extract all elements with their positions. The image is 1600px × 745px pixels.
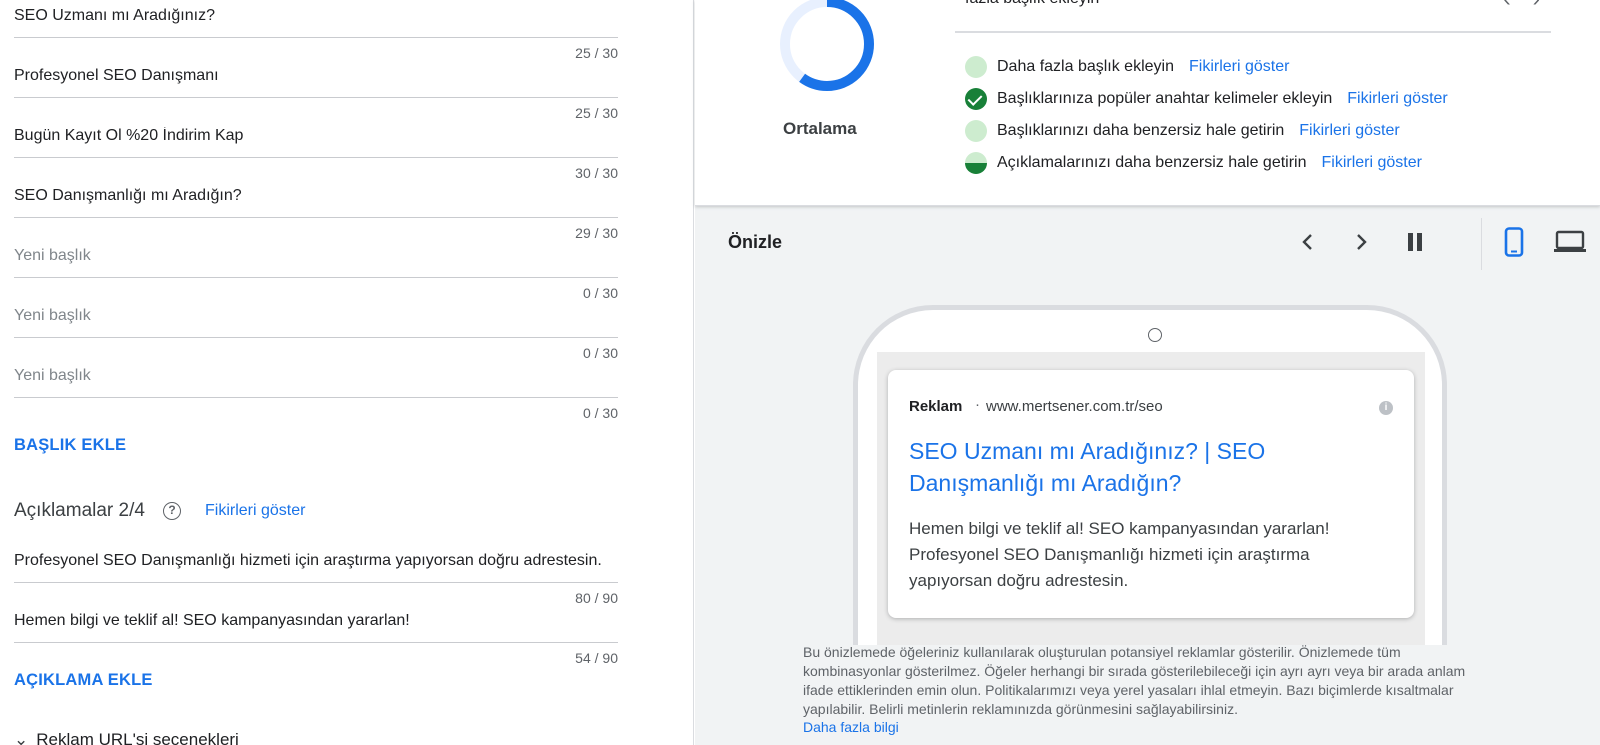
tip-status-empty-icon <box>965 56 987 78</box>
character-count: 30 / 30 <box>575 165 618 181</box>
chevron-down-icon: ⌄ <box>14 730 29 745</box>
field-underline <box>14 642 618 643</box>
desktop-icon <box>1554 230 1586 252</box>
field-underline <box>14 37 618 38</box>
headline-input[interactable]: Yeni başlık <box>14 367 618 385</box>
headline-field[interactable]: Yeni başlık 0 / 30 <box>14 245 618 301</box>
show-ideas-link[interactable]: Fikirleri göster <box>1189 58 1289 76</box>
field-underline <box>14 97 618 98</box>
divider <box>1481 218 1482 270</box>
chevron-left-icon[interactable]: ‹ <box>1503 0 1510 11</box>
character-count: 0 / 30 <box>582 345 618 361</box>
tip-status-empty-icon <box>965 120 987 142</box>
show-ideas-link[interactable]: Fikirleri göster <box>1299 122 1399 140</box>
headline-input[interactable]: SEO Danışmanlığı mı Aradığın? <box>14 187 618 205</box>
character-count: 29 / 30 <box>575 225 618 241</box>
ad-description: Hemen bilgi ve teklif al! SEO kampanyası… <box>909 519 1330 590</box>
strength-tip: Daha fazla başlık ekleyin Fikirleri göst… <box>965 56 1289 78</box>
descriptions-title: Açıklamalar 2/4 <box>14 500 145 521</box>
tip-text: Daha fazla başlık ekleyin <box>997 58 1174 75</box>
headline-input[interactable]: Yeni başlık <box>14 247 618 265</box>
phone-camera-icon <box>1148 328 1162 342</box>
preview-title: Önizle <box>728 232 783 252</box>
chevron-right-icon[interactable]: › <box>1533 0 1540 11</box>
add-headline-button[interactable]: BAŞLIK EKLE <box>14 436 126 455</box>
ad-headline[interactable]: SEO Uzmanı mı Aradığınız? | SEO Danışman… <box>909 435 1379 499</box>
tip-status-check-icon <box>965 88 987 110</box>
phone-screen: Reklam · www.mertsener.com.tr/seo i SEO … <box>877 352 1425 645</box>
mobile-phone-frame: Reklam · www.mertsener.com.tr/seo i SEO … <box>853 305 1447 645</box>
tip-text: Açıklamalarınızı daha benzersiz hale get… <box>997 154 1307 171</box>
learn-more-link[interactable]: Daha fazla bilgi <box>803 719 899 735</box>
headline-field[interactable]: Profesyonel SEO Danışmanı 25 / 30 <box>14 65 618 121</box>
show-ideas-link[interactable]: Fikirleri göster <box>1347 90 1447 108</box>
pause-preview-button[interactable] <box>1399 226 1431 258</box>
character-count: 25 / 30 <box>575 45 618 61</box>
character-count: 0 / 30 <box>582 405 618 421</box>
strength-tip: Başlıklarınıza popüler anahtar kelimeler… <box>965 88 1448 110</box>
field-underline <box>14 217 618 218</box>
preview-disclaimer: Bu önizlemede öğeleriniz kullanılarak ol… <box>803 644 1466 717</box>
ad-preview-card[interactable]: Reklam · www.mertsener.com.tr/seo i SEO … <box>888 370 1414 618</box>
ad-url-options-label: Reklam URL'si seçenekleri <box>36 730 239 745</box>
mobile-icon <box>1504 227 1524 257</box>
tip-status-half-icon <box>965 152 987 174</box>
headline-input[interactable]: Profesyonel SEO Danışmanı <box>14 67 618 85</box>
pause-icon <box>1408 233 1422 251</box>
tip-text: Başlıklarınıza popüler anahtar kelimeler… <box>997 90 1333 107</box>
cut-off-tip-text: fazla başlık ekleyin <box>965 0 1099 8</box>
next-preview-button[interactable] <box>1345 226 1377 258</box>
headline-input[interactable]: Yeni başlık <box>14 307 618 325</box>
ad-strength-donut <box>780 0 874 91</box>
show-ideas-link[interactable]: Fikirleri göster <box>205 502 305 520</box>
description-input[interactable]: Hemen bilgi ve teklif al! SEO kampanyası… <box>14 612 618 630</box>
headline-input[interactable]: Bugün Kayıt Ol %20 İndirim Kap <box>14 127 618 145</box>
field-underline <box>14 277 618 278</box>
ad-strength-card: Ortalama fazla başlık ekleyin ‹› Daha fa… <box>695 0 1600 206</box>
headline-field[interactable]: Bugün Kayıt Ol %20 İndirim Kap 30 / 30 <box>14 125 618 181</box>
field-underline <box>14 157 618 158</box>
show-ideas-link[interactable]: Fikirleri göster <box>1322 154 1422 172</box>
field-underline <box>14 582 618 583</box>
asset-editor-panel: SEO Uzmanı mı Aradığınız? 25 / 30 Profes… <box>0 0 694 745</box>
separator: · <box>975 396 980 413</box>
chevron-right-icon <box>1357 234 1367 250</box>
headline-input[interactable]: SEO Uzmanı mı Aradığınız? <box>14 7 618 25</box>
desktop-view-button[interactable] <box>1550 226 1590 258</box>
tip-text: Başlıklarınızı daha benzersiz hale getir… <box>997 122 1285 139</box>
character-count: 0 / 30 <box>582 285 618 301</box>
character-count: 25 / 30 <box>575 105 618 121</box>
headline-field[interactable]: SEO Danışmanlığı mı Aradığın? 29 / 30 <box>14 185 618 241</box>
ad-display-url: www.mertsener.com.tr/seo <box>986 398 1163 415</box>
ad-strength-label: Ortalama <box>783 119 857 138</box>
strength-tip: Başlıklarınızı daha benzersiz hale getir… <box>965 120 1400 142</box>
description-field[interactable]: Profesyonel SEO Danışmanlığı hizmeti içi… <box>14 550 618 606</box>
mobile-view-button[interactable] <box>1498 226 1530 258</box>
info-icon[interactable]: i <box>1379 401 1393 415</box>
preview-panel: Ortalama fazla başlık ekleyin ‹› Daha fa… <box>695 0 1600 745</box>
previous-preview-button[interactable] <box>1292 226 1324 258</box>
headline-field[interactable]: Yeni başlık 0 / 30 <box>14 365 618 421</box>
divider <box>955 31 1551 33</box>
description-input[interactable]: Profesyonel SEO Danışmanlığı hizmeti içi… <box>14 552 618 570</box>
chevron-left-icon <box>1302 234 1312 250</box>
tip-carousel-nav: ‹› <box>1503 0 1540 12</box>
field-underline <box>14 397 618 398</box>
description-field[interactable]: Hemen bilgi ve teklif al! SEO kampanyası… <box>14 610 618 666</box>
ad-url-options-toggle[interactable]: ⌄ Reklam URL'si seçenekleri <box>14 730 239 745</box>
help-icon[interactable]: ? <box>163 502 181 520</box>
strength-tip: Açıklamalarınızı daha benzersiz hale get… <box>965 152 1422 174</box>
ad-badge: Reklam <box>909 398 963 415</box>
add-description-button[interactable]: AÇIKLAMA EKLE <box>14 671 153 690</box>
headline-field[interactable]: SEO Uzmanı mı Aradığınız? 25 / 30 <box>14 5 618 61</box>
field-underline <box>14 337 618 338</box>
headline-field[interactable]: Yeni başlık 0 / 30 <box>14 305 618 361</box>
character-count: 80 / 90 <box>575 590 618 606</box>
character-count: 54 / 90 <box>575 650 618 666</box>
